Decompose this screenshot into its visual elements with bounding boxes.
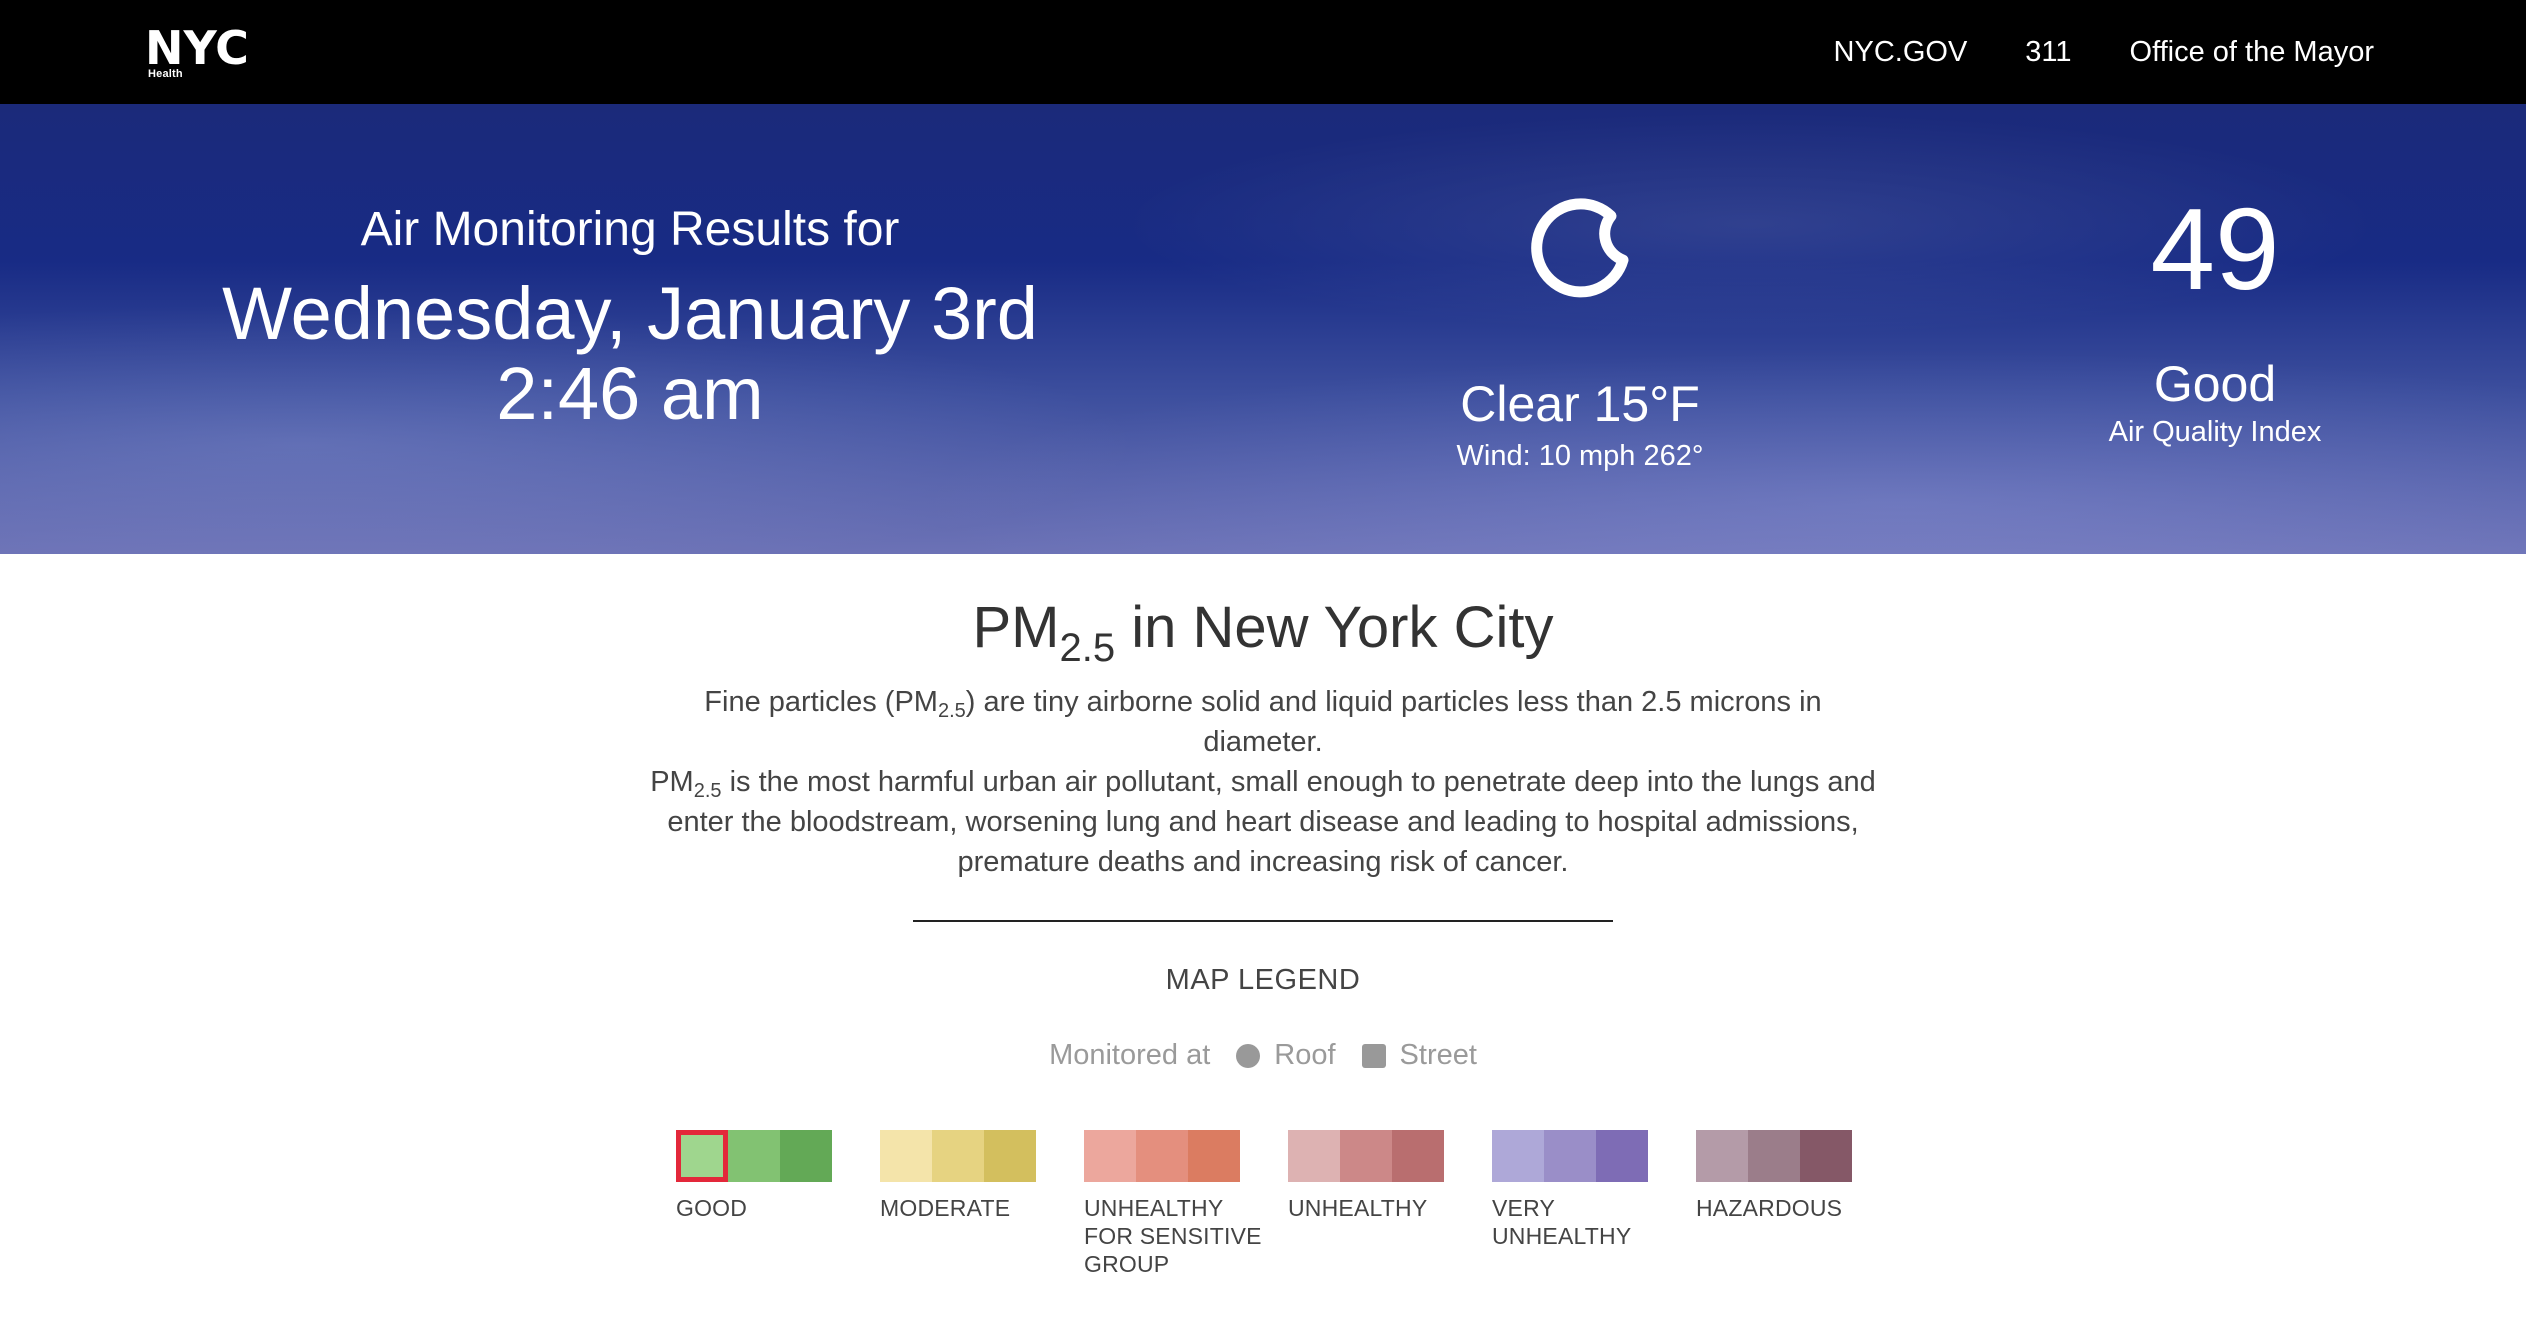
legend-swatch-group	[1696, 1130, 1900, 1182]
legend-swatch[interactable]	[1136, 1130, 1188, 1182]
top-nav: NYC.GOV 311 Office of the Mayor	[1834, 30, 2374, 74]
legend-category-moderate: MODERATE	[880, 1130, 1084, 1278]
monitored-at-label: Monitored at	[1049, 1039, 1211, 1071]
legend-swatch[interactable]	[1800, 1130, 1852, 1182]
legend-swatch[interactable]	[1596, 1130, 1648, 1182]
legend-swatch[interactable]	[1340, 1130, 1392, 1182]
aqi-panel: 49 Good Air Quality Index	[2060, 184, 2370, 450]
nav-link-office-of-the-mayor[interactable]: Office of the Mayor	[2130, 30, 2374, 74]
moon-icon	[1525, 194, 1635, 304]
legend-category-label: MODERATE	[880, 1195, 1011, 1221]
legend-swatch-group	[1084, 1130, 1288, 1182]
legend-swatch-group	[880, 1130, 1084, 1182]
legend-swatch[interactable]	[1696, 1130, 1748, 1182]
results-time: 2:46 am	[496, 352, 764, 435]
street-label: Street	[1399, 1039, 1477, 1071]
legend-swatch[interactable]	[932, 1130, 984, 1182]
legend-swatch-group	[676, 1130, 880, 1182]
legend-swatch[interactable]	[728, 1130, 780, 1182]
logo-subtitle: Health	[148, 68, 183, 80]
svg-text:NYC: NYC	[145, 24, 249, 68]
legend-swatch[interactable]	[780, 1130, 832, 1182]
legend-swatch[interactable]	[676, 1130, 728, 1182]
section-divider	[913, 920, 1613, 922]
legend-category-label: UNHEALTHY	[1288, 1195, 1428, 1221]
legend-category-label: UNHEALTHY FOR SENSITIVE GROUP	[1084, 1195, 1262, 1277]
legend-swatch[interactable]	[1492, 1130, 1544, 1182]
aqi-value: 49	[2150, 184, 2280, 314]
legend-category-good: GOOD	[676, 1130, 880, 1278]
legend-swatch[interactable]	[1188, 1130, 1240, 1182]
legend-category-unhealthy-for-sensitive-group: UNHEALTHY FOR SENSITIVE GROUP	[1084, 1130, 1288, 1278]
legend-category-hazardous: HAZARDOUS	[1696, 1130, 1900, 1278]
nav-link-311[interactable]: 311	[2025, 30, 2071, 74]
legend-swatch[interactable]	[984, 1130, 1036, 1182]
legend-category-label: GOOD	[676, 1195, 748, 1221]
legend-category-label: VERY UNHEALTHY	[1492, 1195, 1632, 1249]
wind-readout: Wind: 10 mph 262°	[1456, 440, 1704, 472]
top-navigation-bar: NYC Health NYC.GOV 311 Office of the May…	[0, 0, 2526, 104]
legend-swatch[interactable]	[1288, 1130, 1340, 1182]
legend-swatch[interactable]	[1748, 1130, 1800, 1182]
legend-swatch[interactable]	[1392, 1130, 1444, 1182]
legend-swatch-group	[1288, 1130, 1492, 1182]
results-heading: Air Monitoring Results for Wednesday, Ja…	[180, 200, 1080, 434]
nav-link-nyc-gov[interactable]: NYC.GOV	[1834, 30, 1968, 74]
legend-category-label: HAZARDOUS	[1696, 1195, 1843, 1221]
roof-circle-icon	[1236, 1043, 1261, 1068]
legend-category-unhealthy: UNHEALTHY	[1288, 1130, 1492, 1278]
legend-swatch[interactable]	[880, 1130, 932, 1182]
legend-category-very-unhealthy: VERY UNHEALTHY	[1492, 1130, 1696, 1278]
weather-panel: Clear 15°F Wind: 10 mph 262°	[1380, 194, 1780, 474]
legend-swatch[interactable]	[1084, 1130, 1136, 1182]
pm-section: PM2.5 in New York City Fine particles (P…	[0, 554, 2526, 1072]
results-date: Wednesday, January 3rd	[222, 272, 1038, 355]
results-subtitle: Air Monitoring Results for	[360, 203, 900, 256]
aqi-color-scale: GOOD MODERATE UNHEALTHY FOR SENSITIVE GROU…	[676, 1130, 1900, 1278]
monitored-at-legend: Monitored at Roof Street	[0, 1039, 2526, 1072]
pm-description: Fine particles (PM2.5) are tiny airborne…	[650, 686, 1876, 878]
legend-swatch[interactable]	[1544, 1130, 1596, 1182]
legend-swatch-group	[1492, 1130, 1696, 1182]
street-square-icon	[1361, 1043, 1386, 1068]
map-legend-title: MAP LEGEND	[1165, 964, 1361, 996]
aqi-category: Good	[2153, 356, 2277, 412]
aqi-caption: Air Quality Index	[2108, 416, 2322, 448]
roof-label: Roof	[1274, 1039, 1336, 1071]
hero-banner: Air Monitoring Results for Wednesday, Ja…	[0, 104, 2526, 554]
pm-title: PM2.5 in New York City	[972, 595, 1554, 670]
weather-condition: Clear 15°F	[1460, 376, 1700, 432]
